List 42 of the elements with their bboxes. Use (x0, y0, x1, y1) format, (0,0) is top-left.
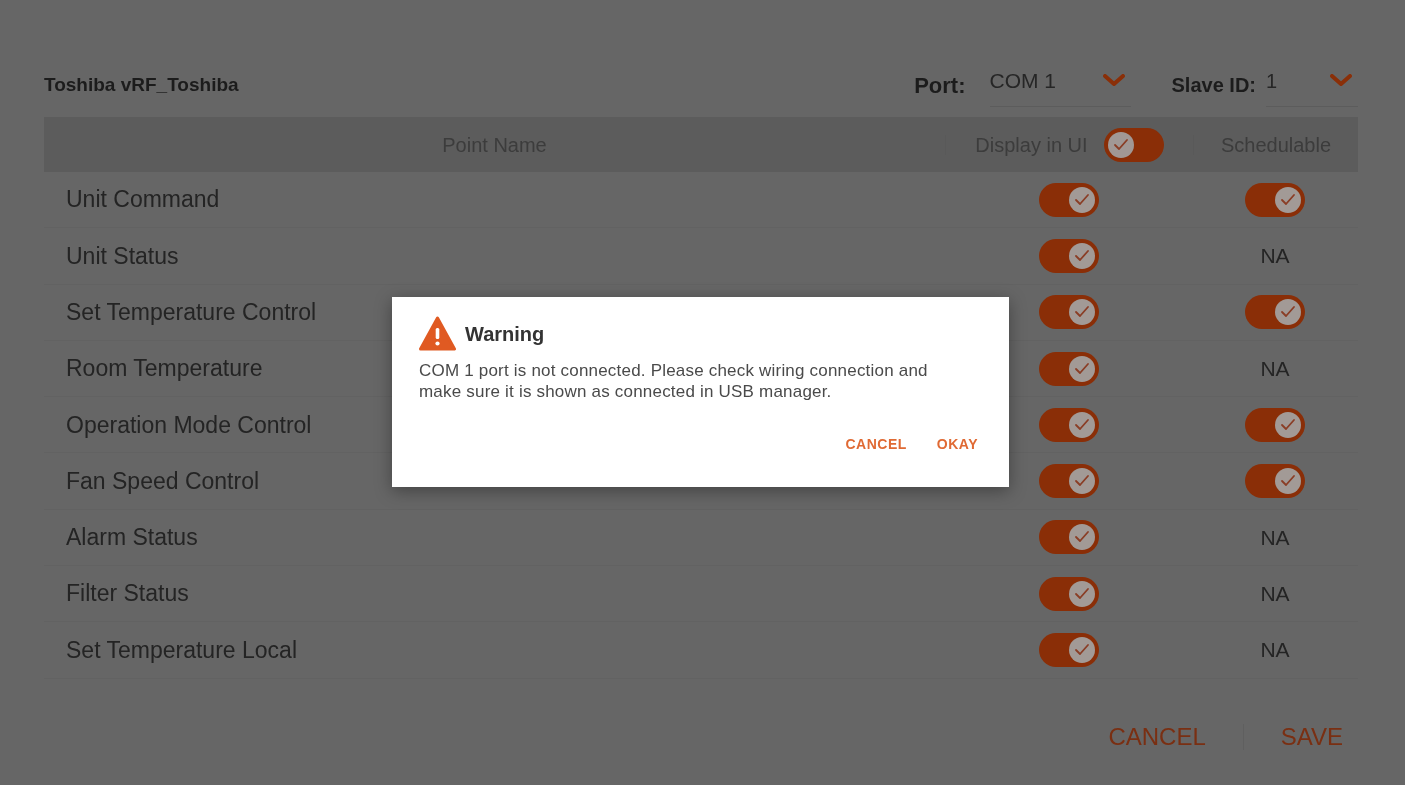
chevron-down-icon (1102, 74, 1125, 87)
toggle-switch[interactable] (1245, 464, 1305, 499)
warning-icon (419, 316, 456, 351)
toggle-switch[interactable] (1038, 407, 1099, 442)
toggle-switch[interactable] (1038, 295, 1099, 330)
point-name: Room Temperature (65, 355, 263, 382)
cancel-button[interactable]: CANCEL (1106, 718, 1208, 756)
point-name: Unit Status (65, 242, 179, 269)
point-name: Alarm Status (65, 524, 198, 551)
point-name: Fan Speed Control (65, 467, 260, 494)
not-applicable-text: NA (1260, 637, 1290, 664)
slave-id-label: Slave ID: (1171, 73, 1256, 98)
toggle-switch[interactable] (1245, 295, 1305, 330)
point-name: Set Temperature Control (65, 299, 317, 325)
slave-id-select[interactable]: 1 (1266, 63, 1358, 107)
not-applicable-text: NA (1260, 243, 1290, 270)
okay-button[interactable]: OKAY (934, 434, 980, 455)
toggle-switch[interactable] (1103, 127, 1164, 162)
cancel-button[interactable]: CANCEL (843, 434, 909, 455)
port-label: Port: (914, 71, 966, 100)
point-name: Filter Status (65, 580, 189, 607)
toggle-switch[interactable] (1245, 407, 1305, 442)
not-applicable-text: NA (1260, 355, 1290, 382)
toggle-switch[interactable] (1038, 351, 1099, 386)
point-name: Unit Command (65, 186, 220, 213)
not-applicable-text: NA (1260, 524, 1290, 551)
toggle-switch[interactable] (1038, 520, 1099, 555)
device-title: Toshiba vRF_Toshiba (44, 72, 239, 97)
dialog-title: Warning (465, 321, 545, 347)
toggle-switch[interactable] (1038, 182, 1099, 217)
toggle-switch[interactable] (1038, 238, 1099, 273)
dialog-message: COM 1 port is not connected. Please check wiring connection and make sure it is shown as connected in USB manager. (419, 360, 929, 402)
point-name: Operation Mode Control (65, 411, 312, 438)
toggle-switch[interactable] (1038, 576, 1099, 611)
toggle-switch[interactable] (1038, 633, 1099, 667)
not-applicable-text: NA (1260, 580, 1290, 607)
save-button[interactable]: SAVE (1278, 718, 1345, 756)
port-select[interactable]: COM 1 (989, 63, 1131, 107)
chevron-down-icon (1330, 74, 1352, 87)
toggle-switch[interactable] (1038, 464, 1099, 499)
point-name: Set Temperature Local (65, 636, 297, 663)
toggle-switch[interactable] (1245, 182, 1305, 217)
